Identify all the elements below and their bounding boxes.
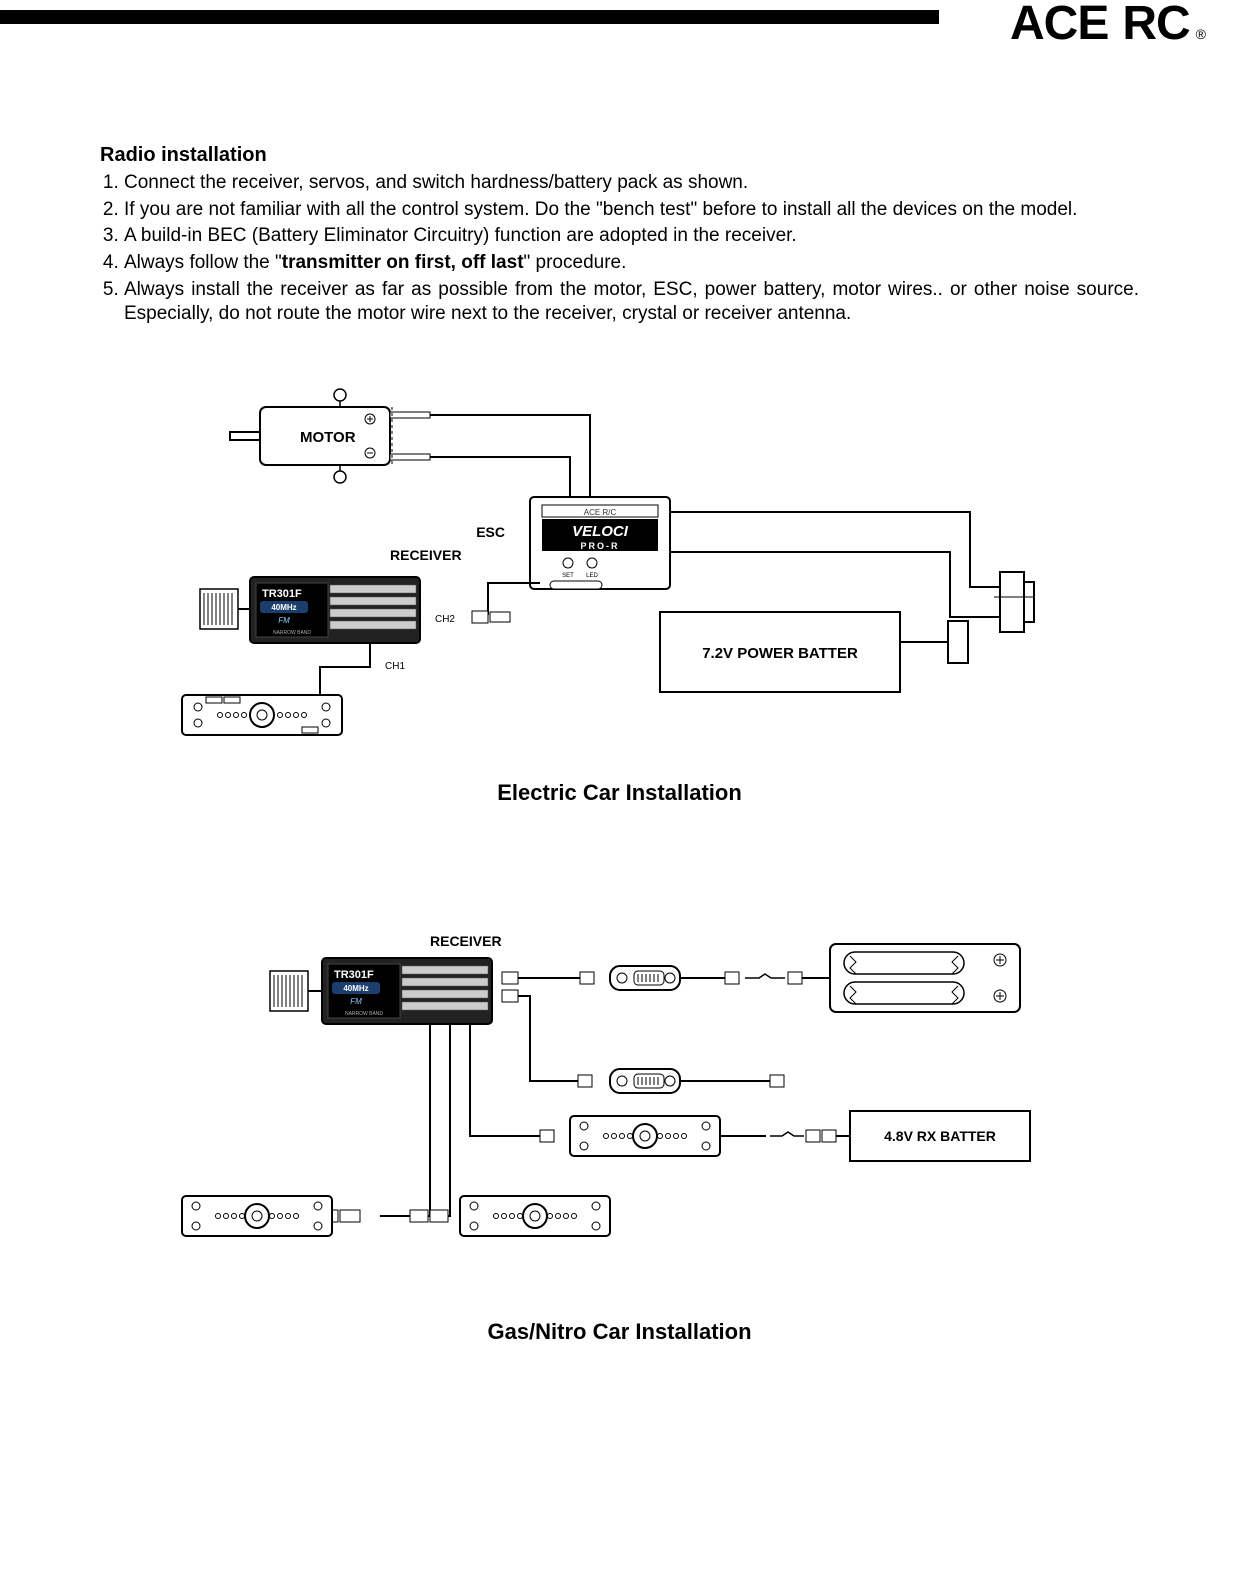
- step-item: Always follow the "transmitter on first,…: [124, 251, 1139, 276]
- battery-label: 7.2V POWER BATTER: [702, 645, 858, 662]
- section-title: Radio installation: [100, 144, 1139, 167]
- diagram-gas-nitro: RECEIVER TR301F 40MHz FM NARROW BAND: [100, 916, 1139, 1345]
- rx-freq: 40MHz: [343, 984, 368, 993]
- step-item: Connect the receiver, servos, and switch…: [124, 171, 1139, 196]
- brand-part2: RC: [1122, 0, 1189, 51]
- motor-icon: MOTOR: [230, 389, 430, 483]
- diagram2-caption: Gas/Nitro Car Installation: [100, 1319, 1139, 1345]
- step-item: A build-in BEC (Battery Eliminator Circu…: [124, 224, 1139, 249]
- diagram1-caption: Electric Car Installation: [100, 780, 1139, 806]
- step-item: Always install the receiver as far as po…: [124, 278, 1139, 327]
- registered-mark: ®: [1196, 26, 1205, 42]
- rx-mode: FM: [278, 616, 290, 625]
- gas-car-svg: RECEIVER TR301F 40MHz FM NARROW BAND: [170, 916, 1070, 1296]
- receiver-label: RECEIVER: [430, 933, 502, 949]
- page: ACE RC ® Radio installation Connect the …: [0, 0, 1239, 1580]
- rx-battery-label: 4.8V RX BATTER: [884, 1128, 996, 1144]
- servo-icon: [182, 695, 342, 735]
- switch-middle: [502, 990, 784, 1093]
- header-rule: [0, 10, 939, 24]
- switch-top: [502, 966, 830, 990]
- receiver-icon: RECEIVER TR301F 40MHz FM NARROW: [200, 547, 462, 643]
- esc-sub: PRO-R: [580, 541, 619, 551]
- receiver-icon: RECEIVER TR301F 40MHz FM NARROW BAND: [270, 933, 502, 1024]
- rx-model: TR301F: [262, 588, 302, 600]
- content: Radio installation Connect the receiver,…: [100, 144, 1139, 1345]
- receiver-label: RECEIVER: [390, 547, 462, 563]
- esc-led: LED: [586, 573, 598, 579]
- power-battery: 7.2V POWER BATTER: [660, 612, 900, 692]
- rx-band: NARROW BAND: [272, 630, 310, 636]
- esc-set: SET: [562, 573, 574, 579]
- diagram-electric: MOTOR ESC: [100, 377, 1139, 806]
- esc-brand: ACE R/C: [583, 508, 616, 517]
- rx-mode: FM: [350, 997, 362, 1006]
- esc-icon: ESC ACE R/C VELOCI PRO-R SET LED: [476, 497, 670, 589]
- ch2-label: CH2: [434, 614, 454, 625]
- esc-model: VELOCI: [572, 523, 629, 540]
- battery-holder-icon: [830, 944, 1020, 1012]
- step-item: If you are not familiar with all the con…: [124, 198, 1139, 223]
- electric-car-svg: MOTOR ESC: [170, 377, 1070, 757]
- steps-list: Connect the receiver, servos, and switch…: [100, 171, 1139, 327]
- esc-label: ESC: [476, 524, 505, 540]
- motor-label: MOTOR: [300, 429, 356, 446]
- rx-model: TR301F: [334, 969, 374, 981]
- brand-part1: ACE: [1010, 0, 1108, 51]
- brand-logo: ACE RC ®: [1010, 0, 1199, 51]
- rx-freq: 40MHz: [271, 603, 296, 612]
- rx-band: NARROW BAND: [344, 1011, 382, 1017]
- rx-battery-box: 4.8V RX BATTER: [850, 1111, 1030, 1161]
- ch1-label: CH1: [385, 661, 405, 672]
